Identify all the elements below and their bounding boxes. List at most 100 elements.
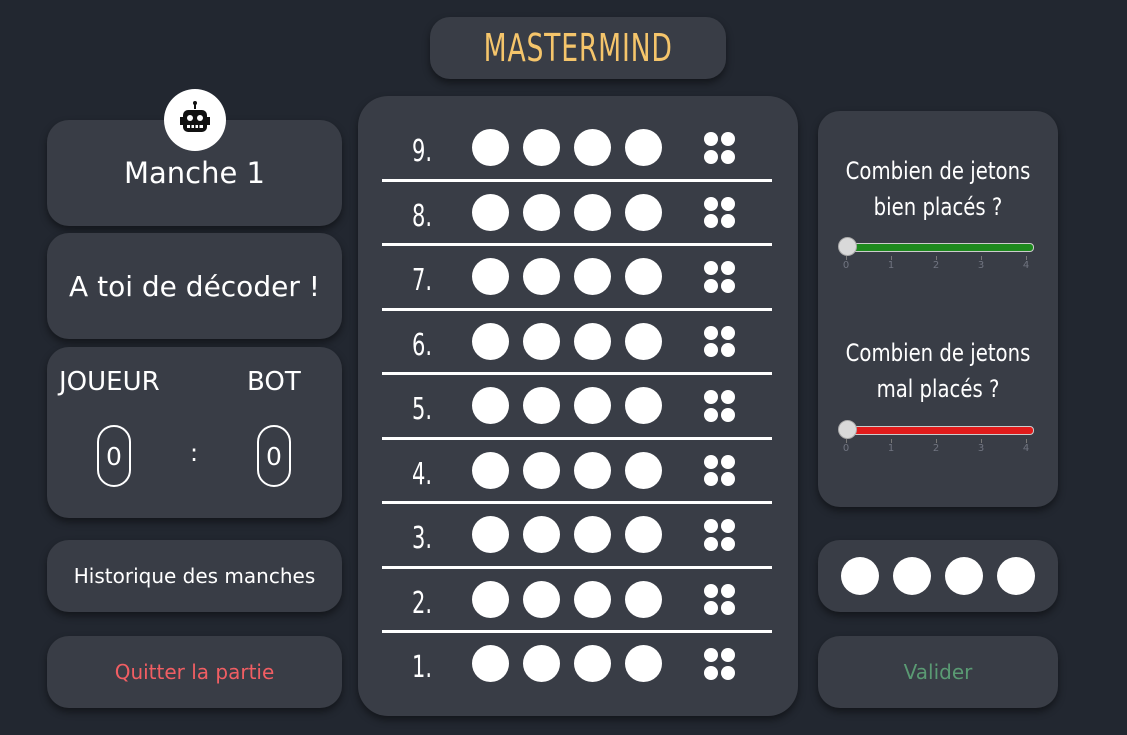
code-peg[interactable]: [523, 645, 560, 682]
misplaced-slider[interactable]: 0 1 2 3 4: [838, 419, 1034, 454]
code-peg[interactable]: [625, 322, 662, 360]
hint-peg: [721, 407, 735, 422]
page-title: MASTERMIND: [483, 26, 673, 70]
well-placed-thumb[interactable]: [838, 237, 857, 256]
player-label: JOUEUR: [59, 367, 160, 397]
code-peg[interactable]: [523, 322, 560, 360]
hint-peg: [704, 390, 718, 404]
picker-peg[interactable]: [893, 557, 931, 595]
code-peg[interactable]: [625, 645, 662, 682]
board-row: 1.: [382, 632, 772, 696]
code-peg[interactable]: [625, 258, 662, 295]
code-peg[interactable]: [625, 387, 662, 424]
code-peg[interactable]: [472, 193, 509, 231]
row-number: 3.: [412, 521, 433, 556]
row-pegs: [472, 451, 662, 489]
code-peg[interactable]: [574, 451, 611, 489]
color-picker: [818, 540, 1058, 612]
hint-peg: [721, 601, 735, 615]
code-peg[interactable]: [523, 387, 560, 424]
row-number: 5.: [412, 392, 433, 427]
misplaced-track: [842, 426, 1034, 435]
code-peg[interactable]: [574, 387, 611, 424]
code-peg[interactable]: [472, 580, 509, 618]
hint-pegs: [704, 519, 736, 551]
code-peg[interactable]: [574, 645, 611, 682]
slider-tick-label: 1: [887, 443, 895, 454]
quit-button[interactable]: Quitter la partie: [47, 636, 342, 708]
code-peg[interactable]: [625, 451, 662, 489]
code-peg[interactable]: [625, 580, 662, 618]
hint-pegs: [704, 132, 736, 164]
code-peg[interactable]: [472, 516, 509, 553]
hint-peg: [704, 214, 718, 228]
row-number: 7.: [412, 263, 433, 298]
picker-peg[interactable]: [997, 557, 1035, 595]
code-peg[interactable]: [472, 322, 509, 360]
slider-tick-label: 2: [932, 260, 940, 271]
code-peg[interactable]: [472, 258, 509, 295]
bot-score: 0: [257, 425, 291, 487]
code-peg[interactable]: [523, 258, 560, 295]
hint-peg: [704, 536, 718, 551]
row-pegs: [472, 580, 662, 618]
code-peg[interactable]: [574, 516, 611, 553]
robot-icon: [164, 89, 226, 151]
board-row: 7.: [382, 245, 772, 309]
row-number: 6.: [412, 327, 433, 363]
hint-pegs: [704, 454, 736, 487]
hint-peg: [721, 325, 735, 340]
row-number: 9.: [412, 134, 433, 169]
hint-peg: [704, 196, 718, 211]
code-peg[interactable]: [472, 387, 509, 424]
code-peg[interactable]: [523, 580, 560, 618]
code-peg[interactable]: [625, 129, 662, 166]
hint-peg: [721, 196, 735, 211]
code-peg[interactable]: [472, 451, 509, 489]
validate-button[interactable]: Valider: [818, 636, 1058, 708]
row-pegs: [472, 387, 662, 424]
history-button[interactable]: Historique des manches: [47, 540, 342, 612]
row-pegs: [472, 193, 662, 231]
picker-peg[interactable]: [945, 557, 983, 595]
hint-peg: [721, 536, 735, 551]
code-peg[interactable]: [472, 645, 509, 682]
hint-peg: [721, 454, 735, 469]
row-number: 8.: [412, 198, 433, 234]
well-placed-ticks: 0 1 2 3 4: [838, 256, 1034, 271]
code-peg[interactable]: [625, 516, 662, 553]
picker-peg[interactable]: [841, 557, 879, 595]
code-peg[interactable]: [625, 193, 662, 231]
code-peg[interactable]: [523, 193, 560, 231]
hint-peg: [721, 583, 735, 598]
code-peg[interactable]: [574, 322, 611, 360]
code-peg[interactable]: [574, 580, 611, 618]
code-peg[interactable]: [523, 129, 560, 166]
hint-peg: [721, 132, 735, 146]
board-row: 8.: [382, 181, 772, 245]
code-peg[interactable]: [574, 258, 611, 295]
code-peg[interactable]: [472, 129, 509, 166]
feedback-card: Combien de jetons bien placés ? 0 1 2 3 4 Co…: [818, 111, 1058, 507]
well-placed-track: [842, 243, 1034, 252]
hint-peg: [704, 454, 718, 469]
code-peg[interactable]: [574, 129, 611, 166]
row-pegs: [472, 129, 662, 166]
hint-peg: [721, 519, 735, 533]
code-peg[interactable]: [574, 193, 611, 231]
well-placed-slider[interactable]: 0 1 2 3 4: [838, 236, 1034, 271]
code-peg[interactable]: [523, 516, 560, 553]
hint-peg: [721, 261, 735, 275]
code-peg[interactable]: [523, 451, 560, 489]
score-separator: :: [190, 439, 199, 467]
hint-peg: [704, 261, 718, 275]
misplaced-ticks: 0 1 2 3 4: [838, 439, 1034, 454]
hint-peg: [704, 648, 718, 662]
misplaced-thumb[interactable]: [838, 420, 857, 439]
hint-peg: [704, 665, 718, 680]
slider-tick-label: 0: [842, 260, 850, 271]
hint-peg: [704, 343, 718, 357]
bot-label: BOT: [247, 367, 301, 397]
hint-peg: [704, 472, 718, 486]
slider-tick-label: 4: [1022, 260, 1030, 271]
